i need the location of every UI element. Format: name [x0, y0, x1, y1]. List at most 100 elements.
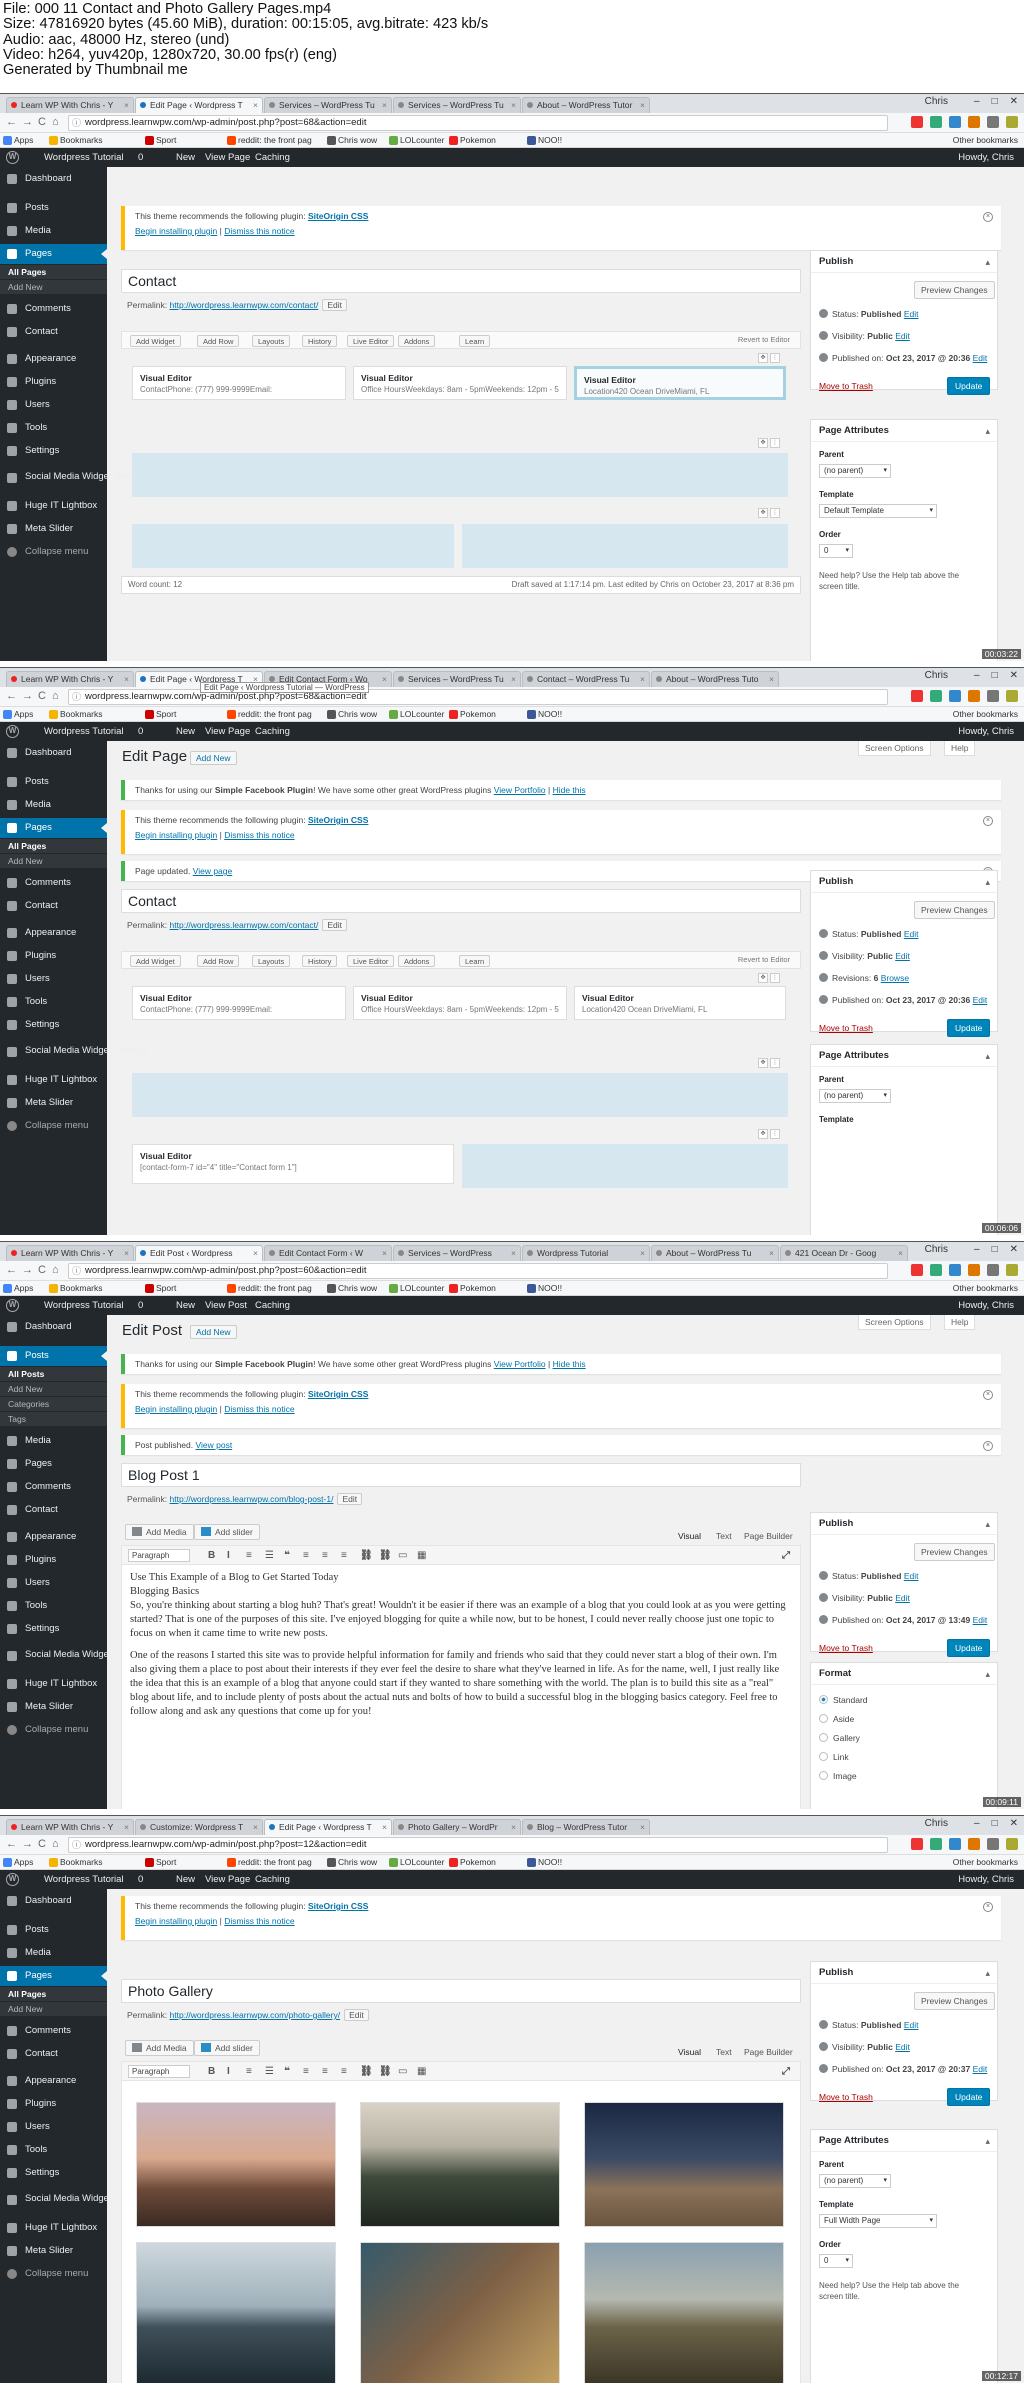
status-edit-link[interactable]: Edit: [904, 2020, 919, 2030]
order-input[interactable]: 0: [819, 544, 853, 558]
pb-button[interactable]: Live Editor: [347, 955, 395, 967]
dismiss-notice-link[interactable]: Dismiss this notice: [224, 226, 294, 236]
dismiss-notice-link[interactable]: Dismiss this notice: [224, 830, 294, 840]
submenu-all_pages[interactable]: All Pages: [0, 1987, 107, 2001]
view-link[interactable]: View Page: [205, 1870, 250, 1889]
template-select[interactable]: Default Template: [819, 504, 937, 518]
move-row-icon[interactable]: ✥: [758, 1058, 768, 1068]
reload-icon[interactable]: C: [38, 1264, 46, 1276]
extension-icon[interactable]: [949, 1264, 961, 1276]
view-link[interactable]: View Page: [205, 722, 250, 741]
forward-icon[interactable]: →: [22, 116, 33, 128]
text-tab[interactable]: Text: [716, 1531, 732, 1541]
bullet-list-icon[interactable]: ≡: [246, 2066, 252, 2077]
extension-icon[interactable]: [987, 1838, 999, 1850]
close-tab-icon[interactable]: ×: [640, 1246, 645, 1260]
status-edit-link[interactable]: Edit: [904, 929, 919, 939]
menu-meta_slider[interactable]: Meta Slider: [0, 2241, 107, 2261]
back-icon[interactable]: ←: [6, 116, 17, 128]
close-window-icon[interactable]: ✕: [1010, 1818, 1018, 1829]
menu-social_media[interactable]: Social Media Widget Settings: [0, 1646, 149, 1674]
other-bookmarks[interactable]: Other bookmarks: [953, 133, 1018, 147]
close-tab-icon[interactable]: ×: [253, 1246, 258, 1260]
close-tab-icon[interactable]: ×: [124, 672, 129, 686]
extension-icon[interactable]: [930, 1838, 942, 1850]
visibility-edit-link[interactable]: Edit: [895, 1593, 910, 1603]
menu-appearance[interactable]: Appearance: [0, 349, 107, 369]
comments-count[interactable]: 0: [138, 1296, 143, 1315]
blockquote-icon[interactable]: ❝: [284, 2066, 290, 2077]
close-tab-icon[interactable]: ×: [898, 1246, 903, 1260]
close-tab-icon[interactable]: ×: [769, 672, 774, 686]
menu-social_media[interactable]: Social Media Widget Settings: [0, 2190, 149, 2218]
view-portfolio-link[interactable]: View Portfolio: [494, 785, 546, 795]
row-tools[interactable]: ✥ ⋮: [758, 1129, 780, 1139]
extension-icon[interactable]: [1006, 1838, 1018, 1850]
help-button[interactable]: Help: [944, 741, 976, 756]
close-tab-icon[interactable]: ×: [382, 98, 387, 112]
howdy-user[interactable]: Howdy, Chris: [958, 148, 1014, 167]
reload-icon[interactable]: C: [38, 1838, 46, 1850]
view-link[interactable]: View post: [196, 1440, 233, 1450]
bookmark-item[interactable]: Bookmarks: [60, 1281, 103, 1295]
site-name-link[interactable]: Wordpress Tutorial: [44, 1870, 124, 1889]
gallery-image[interactable]: [584, 2242, 784, 2383]
extension-icon[interactable]: [968, 1838, 980, 1850]
visual-tab[interactable]: Visual: [678, 2047, 701, 2057]
menu-posts[interactable]: Posts: [0, 1920, 107, 1940]
menu-huge_it[interactable]: Huge IT Lightbox: [0, 1070, 107, 1090]
gallery-image[interactable]: [136, 2102, 336, 2227]
read-more-icon[interactable]: ▭: [398, 1550, 407, 1561]
minimize-icon[interactable]: –: [974, 670, 980, 681]
screen-options-button[interactable]: Screen Options: [858, 741, 931, 756]
italic-icon[interactable]: I: [227, 2066, 230, 2077]
add-new-button[interactable]: Add New: [190, 1325, 237, 1339]
home-icon[interactable]: ⌂: [52, 690, 59, 702]
siteorigin-link[interactable]: SiteOrigin CSS: [308, 1389, 368, 1399]
browser-tab[interactable]: Learn WP With Chris - Y ×: [6, 97, 134, 113]
row-tools[interactable]: ✥ ⋮: [758, 438, 780, 448]
permalink-edit-button[interactable]: Edit: [322, 299, 348, 311]
browser-tab[interactable]: Customize: Wordpress T ×: [135, 1819, 263, 1835]
new-content-link[interactable]: New: [176, 1870, 195, 1889]
close-tab-icon[interactable]: ×: [124, 1820, 129, 1834]
menu-users[interactable]: Users: [0, 2117, 107, 2137]
hide-this-link[interactable]: Hide this: [553, 1359, 586, 1369]
link-icon[interactable]: ⛓: [360, 1550, 373, 1561]
bookmark-item[interactable]: NOO!!: [538, 1281, 562, 1295]
bookmark-item[interactable]: reddit: the front pag: [238, 1855, 312, 1869]
extension-icon[interactable]: [968, 690, 980, 702]
row-tools[interactable]: ✥ ⋮: [758, 1058, 780, 1068]
browser-tab[interactable]: Edit Page ‹ Wordpress T ×: [135, 97, 263, 113]
url-input[interactable]: wordpress.learnwpw.com/wp-admin/post.php…: [68, 1263, 888, 1279]
browser-tab[interactable]: Services – WordPress Tu ×: [393, 671, 521, 687]
bookmark-item[interactable]: Chris wow: [338, 707, 377, 721]
browser-tab[interactable]: 421 Ocean Dr - Goog ×: [780, 1245, 908, 1261]
italic-icon[interactable]: I: [227, 1550, 230, 1561]
browser-tab[interactable]: Edit Page ‹ Wordpress T ×: [264, 1819, 392, 1835]
siteorigin-link[interactable]: SiteOrigin CSS: [308, 815, 368, 825]
siteorigin-link[interactable]: SiteOrigin CSS: [308, 211, 368, 221]
extension-icon[interactable]: [930, 1264, 942, 1276]
text-tab[interactable]: Text: [716, 2047, 732, 2057]
close-window-icon[interactable]: ✕: [1010, 670, 1018, 681]
browser-tab[interactable]: Services – WordPress ×: [393, 1245, 521, 1261]
close-tab-icon[interactable]: ×: [511, 1246, 516, 1260]
widget-panel[interactable]: Visual Editor ContactPhone: (777) 999-999…: [132, 986, 346, 1020]
add-slider-button[interactable]: Add slider: [194, 1524, 260, 1540]
menu-settings[interactable]: Settings: [0, 1619, 107, 1639]
close-tab-icon[interactable]: ×: [253, 98, 258, 112]
pb-button[interactable]: Addons: [398, 955, 436, 967]
bookmark-item[interactable]: LOLcounter: [400, 133, 444, 147]
row-tools[interactable]: ✥ ⋮: [758, 508, 780, 518]
close-tab-icon[interactable]: ×: [253, 1820, 258, 1834]
bookmark-item[interactable]: Pokemon: [460, 1281, 496, 1295]
preview-changes-button[interactable]: Preview Changes: [914, 1543, 995, 1561]
submenu-add_new[interactable]: Add New: [0, 854, 107, 868]
row-menu-icon[interactable]: ⋮: [770, 438, 780, 448]
bookmark-item[interactable]: Pokemon: [460, 133, 496, 147]
widget-panel[interactable]: Visual Editor Office HoursWeekdays: 8am -…: [353, 366, 567, 400]
menu-media[interactable]: Media: [0, 795, 107, 815]
menu-huge_it[interactable]: Huge IT Lightbox: [0, 2218, 107, 2238]
row-menu-icon[interactable]: ⋮: [770, 1129, 780, 1139]
